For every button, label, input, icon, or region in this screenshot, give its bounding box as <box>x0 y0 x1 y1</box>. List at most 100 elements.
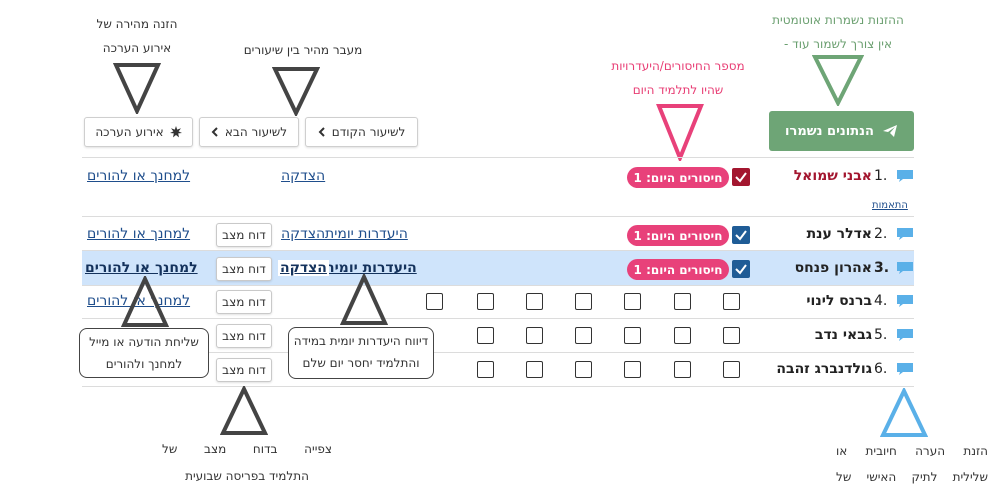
lesson-checkbox[interactable] <box>624 293 641 310</box>
student-name[interactable]: גבאי נדב <box>815 327 872 343</box>
student-name[interactable]: ברנס לינוי <box>806 293 872 309</box>
student-number: 4. <box>874 293 888 309</box>
lesson-checkbox[interactable] <box>723 361 740 378</box>
speech-bubble-icon[interactable] <box>896 261 914 275</box>
starburst-icon <box>169 126 182 138</box>
note-line: שהיו לתלמיד היום <box>632 83 724 97</box>
table-top-border <box>82 157 914 158</box>
student-name[interactable]: אדלר ענת <box>807 226 872 242</box>
note-line: מעבר מהיר בין שיעורים <box>243 43 363 57</box>
arrow-send-message <box>121 276 169 327</box>
lesson-checkbox[interactable] <box>624 327 641 344</box>
arrow-personal-note <box>880 388 928 437</box>
student-number: 1. <box>874 168 888 184</box>
lesson-checkbox[interactable] <box>526 327 543 344</box>
lesson-checkbox[interactable] <box>624 361 641 378</box>
speech-bubble-icon[interactable] <box>896 328 914 342</box>
lesson-checkbox[interactable] <box>674 327 691 344</box>
next-lesson-label: לשיעור הבא <box>224 125 288 139</box>
lesson-checkbox[interactable] <box>575 327 592 344</box>
lesson-checkbox[interactable] <box>477 293 494 310</box>
teacher-parents-link[interactable]: למחנך או להורים <box>87 168 190 184</box>
note-line: מספר החיסורים/היעדרויות <box>611 59 745 73</box>
assessment-event-button[interactable]: אירוע הערכה <box>84 117 193 147</box>
lesson-checkbox[interactable] <box>674 293 691 310</box>
note-lesson-nav: מעבר מהיר בין שיעורים <box>218 38 388 62</box>
note-absence-count: מספר החיסורים/היעדרויות שהיו לתלמיד היום <box>578 54 778 102</box>
selected-row-highlight <box>82 251 914 285</box>
chevron-left-icon <box>318 127 325 137</box>
lesson-checkbox[interactable] <box>723 293 740 310</box>
row-divider <box>82 318 914 319</box>
note-line: הזנת הערה חיובית או <box>836 444 988 458</box>
note-auto-save: ההזנות נשמרות אוטומטית - אין צורך לשמור … <box>748 8 928 56</box>
student-number: 6. <box>874 361 888 377</box>
save-status-label: הנתונים נשמרו <box>785 123 874 139</box>
prev-lesson-label: לשיעור הקודם <box>331 125 406 139</box>
daily-absence-link[interactable]: היעדרות יומית <box>325 226 408 242</box>
status-report-button[interactable]: דוח מצב <box>216 358 272 382</box>
absence-count-badge: חיסורים היום: 1 <box>627 225 729 246</box>
attendance-checkbox[interactable] <box>732 260 750 278</box>
lesson-checkbox[interactable] <box>575 293 592 310</box>
callout-line: שליחת הודעה או מייל <box>89 335 199 349</box>
speech-bubble-icon[interactable] <box>896 362 914 376</box>
lesson-checkbox[interactable] <box>723 327 740 344</box>
note-personal-note: הזנת הערה חיובית או שלילית לתיק האישי של <box>836 438 988 490</box>
assessment-event-label: אירוע הערכה <box>95 125 164 139</box>
prev-lesson-button[interactable]: לשיעור הקודם <box>305 117 418 147</box>
checkmark-icon <box>735 230 747 241</box>
status-report-button[interactable]: דוח מצב <box>216 257 272 281</box>
student-name[interactable]: אבני שמואל <box>794 168 872 184</box>
attendance-checkbox[interactable] <box>732 168 750 186</box>
paper-plane-icon <box>882 125 897 137</box>
arrow-auto-save <box>812 55 864 106</box>
checkmark-icon <box>735 172 747 183</box>
status-report-button[interactable]: דוח מצב <box>216 324 272 348</box>
teacher-parents-link[interactable]: למחנך או להורים <box>85 260 198 276</box>
table-bottom-border <box>82 386 914 387</box>
arrow-lesson-nav <box>272 67 320 116</box>
student-name[interactable]: אהרון פנחס <box>795 260 872 276</box>
row-divider <box>82 216 914 217</box>
student-name[interactable]: גולדנברג זהבה <box>776 361 872 377</box>
absence-count-badge: חיסורים היום: 1 <box>627 259 729 280</box>
student-number: 5. <box>874 327 888 343</box>
note-line: - אין צורך לשמור עוד <box>783 37 893 51</box>
checkmark-icon <box>735 264 747 275</box>
teacher-parents-link[interactable]: למחנך או להורים <box>87 226 190 242</box>
next-lesson-button[interactable]: לשיעור הבא <box>199 117 299 147</box>
note-line: צפייה בדוח מצב של <box>162 442 332 456</box>
lesson-checkbox[interactable] <box>526 293 543 310</box>
lesson-checkbox[interactable] <box>526 361 543 378</box>
note-line: התלמיד בפריסה שבועית <box>185 469 309 483</box>
attendance-checkbox[interactable] <box>732 226 750 244</box>
speech-bubble-icon[interactable] <box>896 294 914 308</box>
speech-bubble-icon[interactable] <box>896 227 914 241</box>
status-report-button[interactable]: דוח מצב <box>216 290 272 314</box>
accommodations-tag[interactable]: התאמות <box>872 200 908 211</box>
arrow-absence-count <box>656 104 704 161</box>
status-report-button[interactable]: דוח מצב <box>216 223 272 247</box>
row-divider <box>82 285 914 286</box>
lesson-checkbox[interactable] <box>575 361 592 378</box>
chevron-left-icon <box>211 127 218 137</box>
note-status-report: צפייה בדוח מצב של התלמיד בפריסה שבועית <box>162 436 332 490</box>
callout-line: דיווח היעדרות יומית במידה <box>293 334 429 348</box>
arrow-status-report <box>220 386 268 435</box>
speech-bubble-icon[interactable] <box>896 169 914 183</box>
praise-link[interactable]: הצדקה <box>278 260 329 276</box>
note-line: הזנה מהירה של <box>96 17 178 31</box>
note-assessment-event: הזנה מהירה של אירוע הערכה <box>72 12 202 60</box>
callout-send-message: שליחת הודעה או מייל למחנך ולהורים <box>79 328 209 378</box>
lesson-checkbox[interactable] <box>477 361 494 378</box>
praise-link[interactable]: הצדקה <box>281 226 325 242</box>
arrow-assessment <box>113 63 161 114</box>
callout-daily-absence: דיווח היעדרות יומית במידה והתלמיד יחסר י… <box>288 327 434 379</box>
lesson-checkbox[interactable] <box>674 361 691 378</box>
save-status-button[interactable]: הנתונים נשמרו <box>769 111 914 151</box>
lesson-checkbox[interactable] <box>426 293 443 310</box>
lesson-checkbox[interactable] <box>477 327 494 344</box>
student-number: 2. <box>874 226 888 242</box>
praise-link[interactable]: הצדקה <box>281 168 325 184</box>
